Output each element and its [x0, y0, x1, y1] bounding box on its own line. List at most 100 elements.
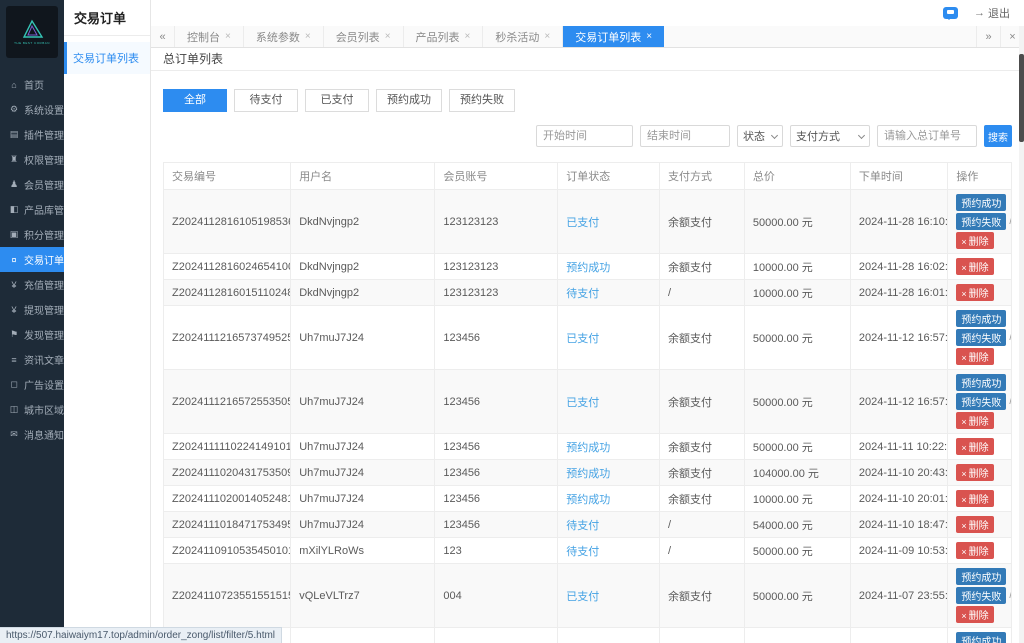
- sidebar-item-城市区域[interactable]: ◫ 城市区域: [0, 397, 64, 422]
- sidebar-item-资讯文章[interactable]: ≡ 资讯文章: [0, 347, 64, 372]
- delete-button[interactable]: × 删除: [956, 542, 994, 559]
- tab-系统参数[interactable]: 系统参数 ×: [244, 26, 324, 47]
- close-tab-icon[interactable]: ×: [225, 31, 231, 42]
- filter-button-全部[interactable]: 全部: [163, 89, 227, 112]
- close-tab-icon[interactable]: ×: [385, 31, 391, 42]
- sidebar-item-首页[interactable]: ⌂ 首页: [0, 72, 64, 97]
- tab-label: 秒杀活动: [495, 31, 540, 44]
- filter-button-预约失败[interactable]: 预约失败: [449, 89, 515, 112]
- sidebar-item-广告设置[interactable]: ◻ 广告设置: [0, 372, 64, 397]
- order-status-link[interactable]: 已支付: [566, 333, 599, 345]
- delete-x-icon: ×: [961, 547, 967, 557]
- order-id-cell: Z2024110910535450101564: [162, 537, 292, 564]
- actions-cell: × 删除: [947, 511, 1012, 538]
- start-time-input[interactable]: [536, 125, 633, 147]
- sidebar-item-会员管理[interactable]: ♟ 会员管理: [0, 172, 64, 197]
- scrollbar-thumb[interactable]: [1019, 54, 1024, 142]
- sidebar-item-消息通知[interactable]: ✉ 消息通知: [0, 422, 64, 447]
- tabs-collapse-icon[interactable]: «: [151, 26, 175, 47]
- account-cell: 123123123: [434, 189, 559, 254]
- reserve-fail-button[interactable]: 预约失败: [956, 587, 1007, 604]
- tab-秒杀活动[interactable]: 秒杀活动 ×: [483, 26, 564, 47]
- order-time-cell: 2024-11-28 16:01:51: [849, 279, 949, 306]
- delete-label: 删除: [968, 417, 989, 428]
- delete-button[interactable]: × 删除: [956, 258, 994, 275]
- close-tab-icon[interactable]: ×: [305, 31, 311, 42]
- delete-button[interactable]: × 删除: [956, 606, 994, 623]
- logout-button[interactable]: → 退出: [974, 5, 1010, 21]
- delete-button[interactable]: × 删除: [956, 284, 994, 301]
- order-status-link[interactable]: 已支付: [566, 217, 599, 229]
- order-status-link[interactable]: 预约成功: [566, 262, 610, 274]
- sidebar-item-系统设置[interactable]: ⚙ 系统设置: [0, 97, 64, 122]
- reserve-success-button[interactable]: 预约成功: [956, 194, 1007, 211]
- reserve-success-button[interactable]: 预约成功: [956, 632, 1007, 643]
- close-tab-icon[interactable]: ×: [646, 31, 652, 42]
- reserve-fail-button[interactable]: 预约失败: [956, 329, 1007, 346]
- order-status-link[interactable]: 预约成功: [566, 442, 610, 454]
- reserve-success-button[interactable]: 预约成功: [956, 568, 1007, 585]
- delete-button[interactable]: × 删除: [956, 516, 994, 533]
- reserve-fail-button[interactable]: 预约失败: [956, 393, 1007, 410]
- actions-group: 预约成功预约失败/ ×删除: [956, 194, 1011, 249]
- sidebar-item-插件管理[interactable]: ▤ 插件管理: [0, 122, 64, 147]
- delete-label: 删除: [968, 611, 989, 622]
- close-tab-icon[interactable]: ×: [544, 31, 550, 42]
- sidebar-item-积分管理[interactable]: ▣ 积分管理: [0, 222, 64, 247]
- filter-button-待支付[interactable]: 待支付: [234, 89, 298, 112]
- sidebar-item-充值管理[interactable]: ¥ 充值管理: [0, 272, 64, 297]
- sidebar-item-交易订单[interactable]: ¤ 交易订单: [0, 247, 64, 272]
- sidebar-item-提现管理[interactable]: ¥ 提现管理: [0, 297, 64, 322]
- tabs-expand-icon[interactable]: »: [976, 26, 1000, 47]
- sidebar-item-权限管理[interactable]: ♜ 权限管理: [0, 147, 64, 172]
- tab-控制台[interactable]: 控制台 ×: [175, 26, 244, 47]
- order-no-input[interactable]: [877, 125, 977, 147]
- sidebar-item-label: 积分管理: [24, 231, 64, 242]
- delete-button[interactable]: × 删除: [956, 232, 994, 249]
- tab-会员列表[interactable]: 会员列表 ×: [324, 26, 404, 47]
- order-status-link[interactable]: 预约成功: [566, 494, 610, 506]
- sidebar-item-产品库管理[interactable]: ◧ 产品库管理: [0, 197, 74, 222]
- order-id-cell: Z2024111110224149101486: [162, 433, 292, 460]
- delete-button[interactable]: × 删除: [956, 348, 994, 365]
- order-status-link[interactable]: 已支付: [566, 591, 599, 603]
- tab-产品列表[interactable]: 产品列表 ×: [404, 26, 484, 47]
- close-tab-icon[interactable]: ×: [465, 31, 471, 42]
- account-cell: 004: [434, 563, 559, 628]
- actions-cell: 预约成功预约失败/ ×删除: [947, 189, 1012, 254]
- status-select[interactable]: 状态: [737, 125, 783, 147]
- order-id-cell: Z2024112816024654100545: [162, 253, 292, 280]
- column-header-操作: 操作: [947, 162, 1012, 190]
- search-toolbar: 状态 支付方式 搜索: [163, 125, 1012, 147]
- sidebar-item-label: 消息通知: [24, 431, 64, 442]
- scrollbar-track[interactable]: [1019, 26, 1024, 643]
- submenu-title: 交易订单: [64, 0, 150, 36]
- search-button[interactable]: 搜索: [984, 125, 1012, 147]
- submenu-item-交易订单列表[interactable]: 交易订单列表: [64, 42, 150, 74]
- order-status-link[interactable]: 待支付: [566, 288, 599, 300]
- filter-button-已支付[interactable]: 已支付: [305, 89, 369, 112]
- username-cell: Uh7muJ7J24: [290, 459, 436, 486]
- pay-method-select[interactable]: 支付方式: [790, 125, 870, 147]
- delete-button[interactable]: × 删除: [956, 412, 994, 429]
- reserve-fail-button[interactable]: 预约失败: [956, 213, 1007, 230]
- tab-交易订单列表[interactable]: 交易订单列表 ×: [563, 26, 665, 47]
- gear-icon: ⚙: [9, 104, 19, 114]
- message-icon[interactable]: [943, 7, 958, 20]
- reserve-success-button[interactable]: 预约成功: [956, 374, 1007, 391]
- order-status-link[interactable]: 预约成功: [566, 468, 610, 480]
- order-status-link[interactable]: 已支付: [566, 397, 599, 409]
- filter-button-预约成功[interactable]: 预约成功: [376, 89, 442, 112]
- delete-button[interactable]: × 删除: [956, 464, 994, 481]
- end-time-input[interactable]: [640, 125, 730, 147]
- logout-icon: →: [974, 7, 985, 19]
- order-status-link[interactable]: 待支付: [566, 546, 599, 558]
- account-cell: 123456: [434, 369, 559, 434]
- table-header-row: 交易编号 用户名 会员账号 订单状态 支付方式 总价 下单时间 操作: [162, 162, 1012, 190]
- delete-button[interactable]: × 删除: [956, 438, 994, 455]
- sidebar-item-发现管理[interactable]: ⚑ 发现管理: [0, 322, 64, 347]
- order-status-link[interactable]: 待支付: [566, 520, 599, 532]
- reserve-success-button[interactable]: 预约成功: [956, 310, 1007, 327]
- status-bar-url: https://507.haiwaiym17.top/admin/order_z…: [0, 627, 283, 643]
- delete-button[interactable]: × 删除: [956, 490, 994, 507]
